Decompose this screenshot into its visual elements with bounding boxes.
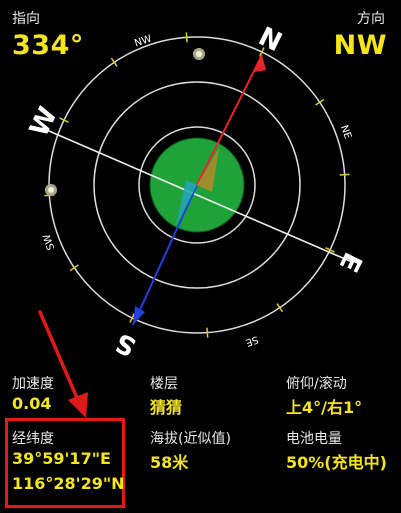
compass-tick bbox=[206, 327, 209, 338]
compass-dial: N E S W NW NE SE SW bbox=[24, 22, 368, 362]
cardinal-n: N bbox=[254, 22, 287, 59]
cardinal-s: S bbox=[111, 326, 141, 361]
intercardinal-se: SE bbox=[244, 333, 260, 348]
acceleration-value: 0.04 bbox=[12, 394, 52, 413]
intercardinal-nw: NW bbox=[133, 33, 153, 49]
altitude-label: 海拔(近似值) bbox=[150, 431, 231, 447]
altitude-value: 58米 bbox=[150, 453, 189, 472]
pitch-roll-label: 俯仰/滚动 bbox=[286, 376, 347, 392]
compass-tick bbox=[69, 264, 79, 272]
longitude-value: 116°28'29"N bbox=[12, 474, 125, 493]
compass-tick bbox=[185, 32, 188, 43]
intercardinal-sw: SW bbox=[42, 232, 58, 251]
cardinal-e: E bbox=[333, 247, 368, 276]
intercardinal-ne: NE bbox=[338, 124, 353, 141]
acceleration-label: 加速度 bbox=[12, 376, 54, 392]
lat-long-label: 经纬度 bbox=[12, 431, 54, 447]
compass-tick bbox=[315, 98, 325, 106]
battery-value: 50%(充电中) bbox=[286, 453, 387, 472]
floor-label: 楼层 bbox=[150, 376, 178, 392]
battery-label: 电池电量 bbox=[286, 431, 342, 447]
pitch-roll-value: 上4°/右1° bbox=[286, 398, 363, 417]
compass-tick bbox=[110, 57, 118, 67]
compass-tick bbox=[339, 173, 350, 176]
latitude-value: 39°59'17"E bbox=[12, 449, 111, 468]
compass-tick bbox=[276, 303, 284, 313]
floor-value: 猜猜 bbox=[150, 398, 183, 417]
